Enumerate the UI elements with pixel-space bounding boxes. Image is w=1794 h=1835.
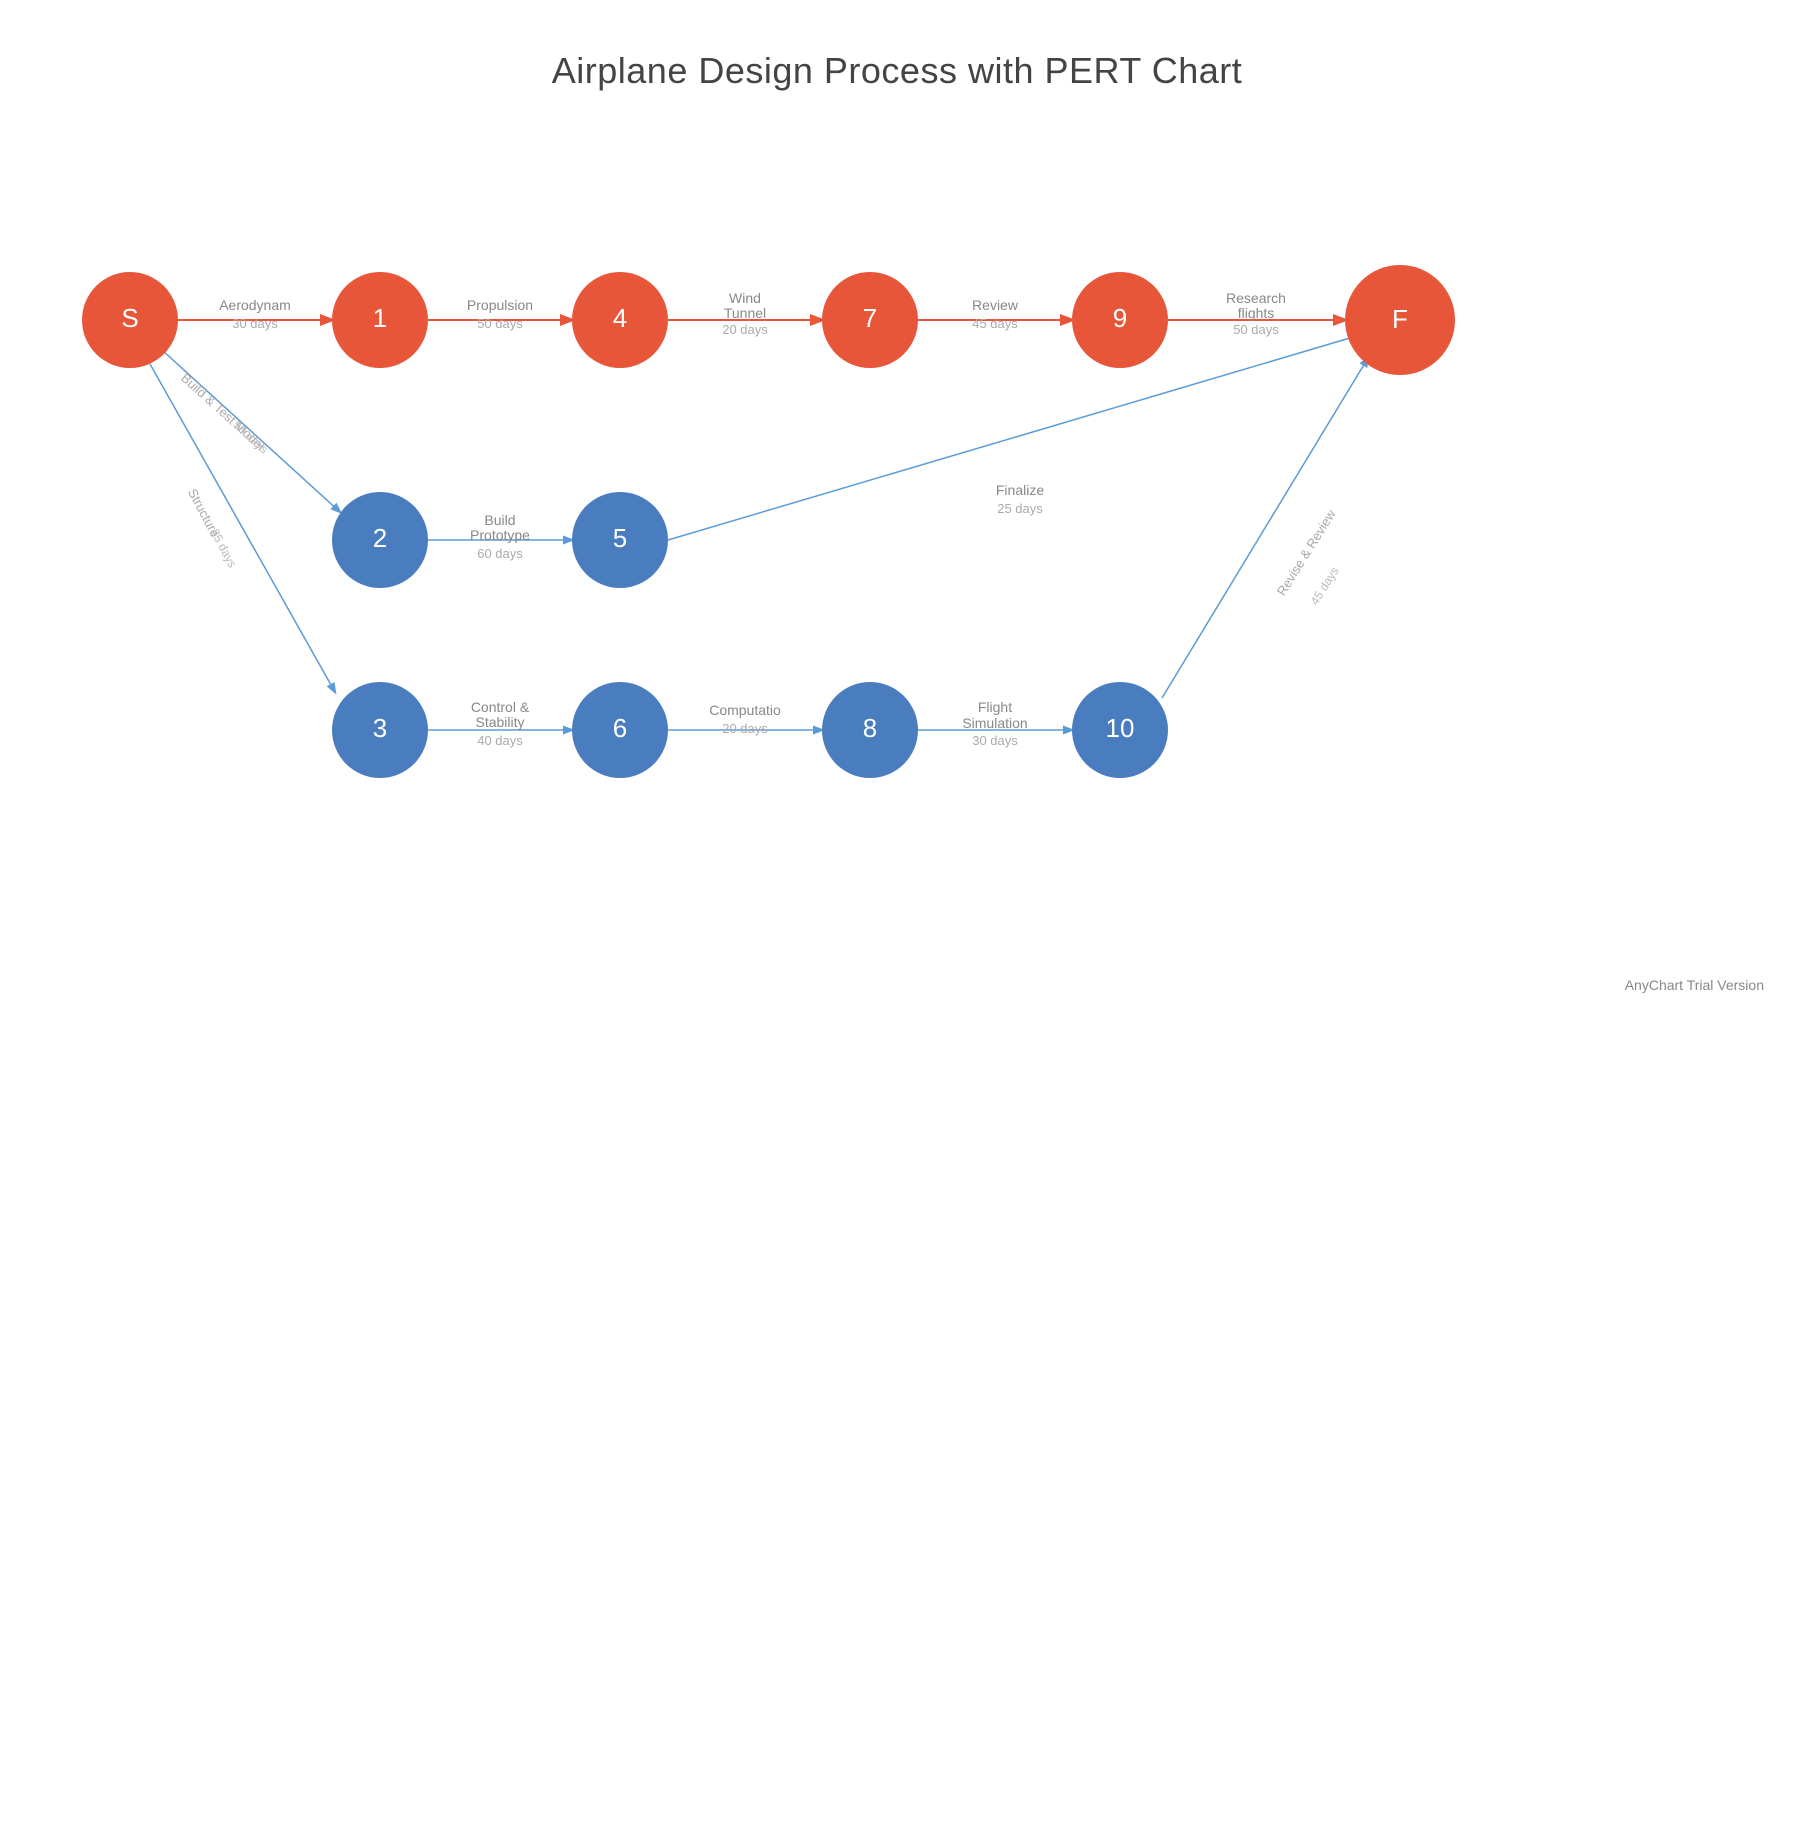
svg-text:30 days: 30 days (232, 316, 278, 331)
node-7-label: 7 (863, 303, 877, 333)
svg-text:Stability: Stability (475, 714, 524, 730)
svg-text:Control &: Control & (471, 699, 530, 715)
watermark: AnyChart Trial Version (1599, 975, 1764, 995)
svg-text:Wind: Wind (729, 290, 761, 306)
svg-text:30 days: 30 days (972, 733, 1018, 748)
svg-text:Simulation: Simulation (962, 715, 1027, 731)
svg-text:20 days: 20 days (722, 322, 768, 337)
svg-text:50 days: 50 days (477, 316, 523, 331)
svg-text:25 days: 25 days (997, 501, 1043, 516)
svg-text:45 days: 45 days (972, 316, 1018, 331)
node-8-label: 8 (863, 713, 877, 743)
svg-text:Computatio: Computatio (709, 702, 781, 718)
svg-text:50 days: 50 days (230, 418, 271, 457)
svg-text:50 days: 50 days (1233, 322, 1279, 337)
node-S-label: S (121, 303, 138, 333)
svg-text:Prototype: Prototype (470, 527, 530, 543)
svg-text:flights: flights (1238, 305, 1275, 321)
node-1-label: 1 (373, 303, 387, 333)
svg-text:Aerodynam: Aerodynam (219, 297, 291, 313)
node-F-label: F (1392, 304, 1408, 334)
node-10-label: 10 (1106, 713, 1135, 743)
svg-text:40 days: 40 days (477, 733, 523, 748)
node-5-label: 5 (613, 523, 627, 553)
svg-text:35 days: 35 days (207, 526, 239, 570)
svg-text:60 days: 60 days (477, 546, 523, 561)
svg-text:45 days: 45 days (1308, 564, 1342, 607)
svg-text:Propulsion: Propulsion (467, 297, 533, 313)
chart-area: Aerodynam 30 days Propulsion 50 days Win… (0, 120, 1794, 980)
svg-text:Flight: Flight (978, 699, 1012, 715)
node-3-label: 3 (373, 713, 387, 743)
node-2-label: 2 (373, 523, 387, 553)
svg-text:Research: Research (1226, 290, 1286, 306)
node-9-label: 9 (1113, 303, 1127, 333)
node-4-label: 4 (613, 303, 627, 333)
chart-title: Airplane Design Process with PERT Chart (0, 0, 1794, 92)
watermark-icon (1599, 975, 1619, 995)
svg-text:Build: Build (484, 512, 515, 528)
svg-text:20 days: 20 days (722, 721, 768, 736)
svg-text:Finalize: Finalize (996, 482, 1044, 498)
svg-text:Review: Review (972, 297, 1019, 313)
svg-text:Tunnel: Tunnel (724, 305, 766, 321)
node-6-label: 6 (613, 713, 627, 743)
